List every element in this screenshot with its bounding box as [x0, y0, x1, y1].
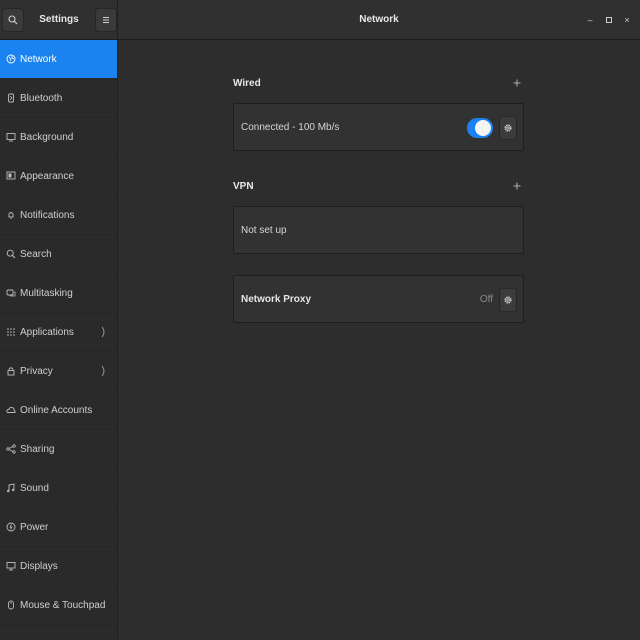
- sidebar-item-network[interactable]: Network: [0, 40, 117, 79]
- sidebar-item-label: Mouse & Touchpad: [20, 599, 106, 611]
- bell-icon: [6, 210, 16, 220]
- music-note-icon: [6, 483, 16, 493]
- sidebar-item-power[interactable]: Power: [0, 508, 117, 547]
- close-icon: ×: [624, 15, 630, 25]
- grid-icon: [6, 327, 16, 337]
- cloud-icon: [6, 405, 16, 415]
- header-bar: Settings Network – ×: [0, 0, 640, 40]
- sidebar-item-sharing[interactable]: Sharing: [0, 430, 117, 469]
- wired-connection-row: Connected - 100 Mb/s: [233, 103, 524, 151]
- chevron-right-icon: [101, 326, 105, 338]
- mouse-icon: [6, 600, 16, 610]
- sidebar-item-notifications[interactable]: Notifications: [0, 196, 117, 235]
- maximize-icon: [606, 17, 612, 23]
- power-icon: [6, 522, 16, 532]
- sidebar-item-online-accounts[interactable]: Online Accounts: [0, 391, 117, 430]
- sidebar-item-privacy[interactable]: Privacy: [0, 352, 117, 391]
- display-icon: [6, 561, 16, 571]
- network-proxy-row[interactable]: Network Proxy Off: [233, 275, 524, 323]
- search-button[interactable]: [2, 8, 24, 32]
- plus-icon: [513, 79, 521, 87]
- sidebar-item-label: Background: [20, 131, 74, 143]
- toggle-knob: [475, 120, 491, 136]
- appearance-icon: [6, 171, 16, 181]
- sidebar-item-sound[interactable]: Sound: [0, 469, 117, 508]
- sidebar-item-label: Appearance: [20, 170, 74, 182]
- gear-icon: [504, 124, 512, 132]
- sidebar-item-search[interactable]: Search: [0, 235, 117, 274]
- sidebar-item-label: Displays: [20, 560, 58, 572]
- wired-settings-button[interactable]: [499, 116, 517, 140]
- share-icon: [6, 444, 16, 454]
- search-icon: [6, 249, 16, 259]
- sidebar-title: Settings: [39, 14, 79, 25]
- wired-section-header: Wired: [233, 73, 523, 93]
- wired-status-text: Connected - 100 Mb/s: [241, 121, 340, 133]
- minimize-icon: –: [587, 15, 593, 25]
- wired-toggle-switch[interactable]: [467, 118, 493, 138]
- sidebar-item-mouse-touchpad[interactable]: Mouse & Touchpad: [0, 586, 117, 625]
- search-icon: [8, 15, 18, 25]
- add-vpn-button[interactable]: [511, 180, 523, 192]
- gear-icon: [504, 296, 512, 304]
- multitasking-icon: [6, 288, 16, 298]
- sidebar: Network Bluetooth Background Appearance …: [0, 40, 118, 640]
- proxy-settings-button[interactable]: [499, 288, 517, 312]
- sidebar-item-bluetooth[interactable]: Bluetooth: [0, 79, 117, 118]
- proxy-state-label: Off: [479, 294, 493, 305]
- page-title: Network: [359, 14, 399, 25]
- chevron-right-icon: [101, 365, 105, 377]
- sidebar-item-label: Privacy: [20, 365, 53, 377]
- menu-button[interactable]: [95, 8, 117, 32]
- sidebar-item-label: Bluetooth: [20, 92, 63, 104]
- lock-icon: [6, 366, 16, 376]
- sidebar-item-background[interactable]: Background: [0, 118, 117, 157]
- vpn-section-title: VPN: [233, 180, 254, 192]
- add-wired-button[interactable]: [511, 77, 523, 89]
- sidebar-item-appearance[interactable]: Appearance: [0, 157, 117, 196]
- vpn-status-text: Not set up: [241, 224, 287, 236]
- sidebar-item-label: Sound: [20, 482, 49, 494]
- sidebar-item-label: Notifications: [20, 209, 75, 221]
- sidebar-item-label: Online Accounts: [20, 404, 93, 416]
- sidebar-item-multitasking[interactable]: Multitasking: [0, 274, 117, 313]
- network-proxy-label: Network Proxy: [241, 293, 312, 305]
- sidebar-item-displays[interactable]: Displays: [0, 547, 117, 586]
- sidebar-item-label: Network: [20, 53, 57, 65]
- bluetooth-icon: [6, 93, 16, 103]
- close-button[interactable]: ×: [620, 13, 634, 27]
- wired-section-title: Wired: [233, 77, 261, 89]
- hamburger-menu-icon: [103, 17, 109, 23]
- plus-icon: [513, 182, 521, 190]
- sidebar-item-label: Sharing: [20, 443, 55, 455]
- maximize-button[interactable]: [602, 13, 616, 27]
- minimize-button[interactable]: –: [583, 13, 597, 27]
- network-icon: [6, 54, 16, 64]
- vpn-row: Not set up: [233, 206, 524, 254]
- sidebar-item-label: Search: [20, 248, 52, 260]
- sidebar-item-label: Applications: [20, 326, 74, 338]
- sidebar-item-label: Power: [20, 521, 49, 533]
- background-icon: [6, 132, 16, 142]
- vpn-section-header: VPN: [233, 176, 523, 196]
- sidebar-item-applications[interactable]: Applications: [0, 313, 117, 352]
- sidebar-header: Settings: [0, 0, 118, 40]
- sidebar-item-label: Multitasking: [20, 287, 73, 299]
- network-panel: Wired Connected - 100 Mb/s VPN Not set u…: [118, 40, 640, 640]
